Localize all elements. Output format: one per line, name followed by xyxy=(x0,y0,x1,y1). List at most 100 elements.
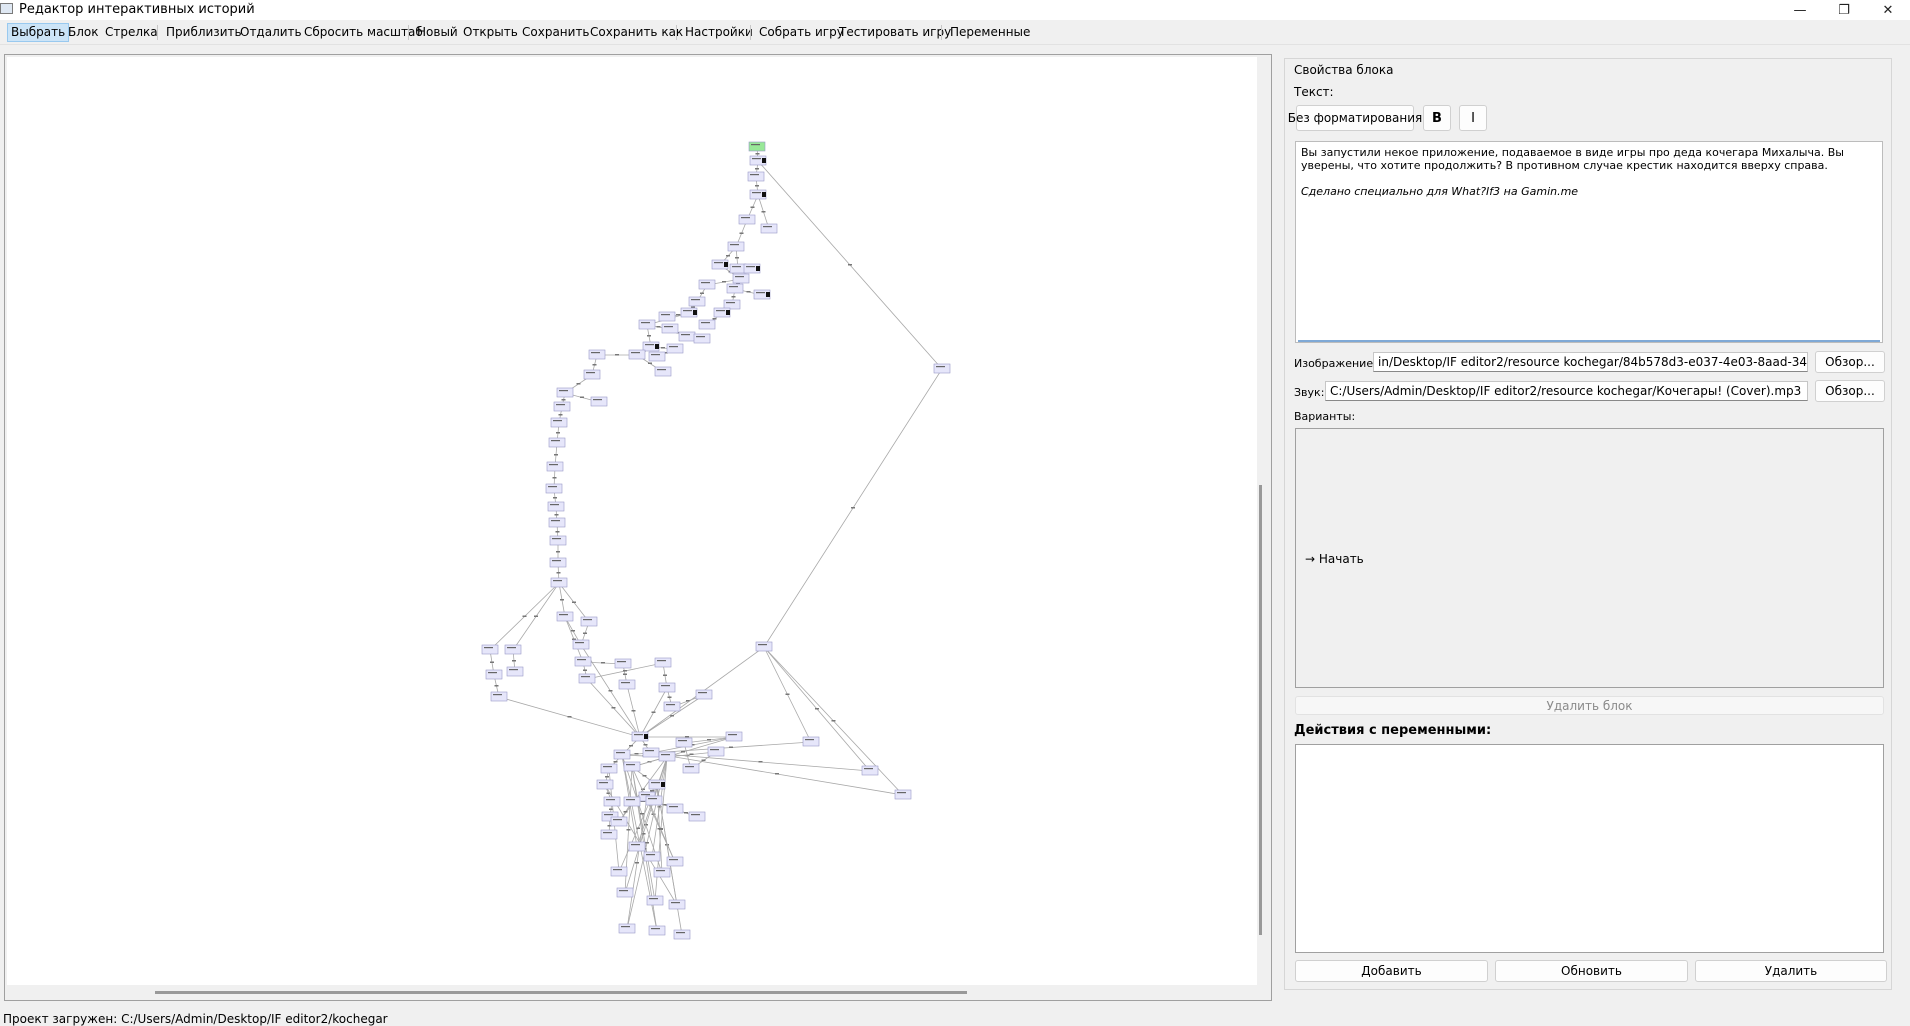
story-block-node[interactable] xyxy=(661,323,679,334)
delete-action-button[interactable]: Удалить xyxy=(1695,960,1887,982)
story-block-node[interactable] xyxy=(668,899,686,910)
build-game-button[interactable]: Собрать игру xyxy=(756,24,847,41)
story-block-node[interactable] xyxy=(643,851,661,862)
story-block-node[interactable] xyxy=(623,796,641,807)
delete-block-button[interactable]: Удалить блок xyxy=(1295,696,1884,715)
story-block-node[interactable] xyxy=(698,279,716,290)
story-block-node[interactable] xyxy=(614,658,632,669)
story-block-node[interactable] xyxy=(550,417,568,428)
story-block-node[interactable] xyxy=(666,856,684,867)
story-block-node[interactable] xyxy=(556,387,574,398)
story-block-node[interactable] xyxy=(653,867,671,878)
story-block-node[interactable] xyxy=(546,461,564,472)
story-block-node[interactable] xyxy=(654,657,672,668)
story-block-node[interactable] xyxy=(549,535,567,546)
story-block-node[interactable] xyxy=(688,811,706,822)
story-block-node[interactable] xyxy=(707,746,725,757)
story-block-node[interactable] xyxy=(648,925,666,936)
story-block-node[interactable] xyxy=(578,673,596,684)
story-block-node[interactable] xyxy=(548,517,566,528)
story-block-node[interactable] xyxy=(623,761,641,772)
horizontal-scrollbar[interactable] xyxy=(155,991,967,994)
story-block-node[interactable] xyxy=(729,263,747,274)
story-block-node[interactable] xyxy=(600,763,618,774)
story-block-node[interactable] xyxy=(481,644,499,655)
variables-button[interactable]: Переменные xyxy=(947,24,1033,41)
story-graph[interactable] xyxy=(7,57,1257,985)
story-block-node[interactable] xyxy=(654,366,672,377)
update-action-button[interactable]: Обновить xyxy=(1495,960,1688,982)
story-block-node[interactable] xyxy=(646,895,664,906)
story-block-node[interactable] xyxy=(610,816,628,827)
story-block-node[interactable] xyxy=(678,331,696,342)
italic-button[interactable]: I xyxy=(1459,105,1487,131)
start-block-node[interactable] xyxy=(748,141,766,152)
story-block-node[interactable] xyxy=(682,763,700,774)
graph-canvas[interactable] xyxy=(7,57,1257,985)
story-block-node[interactable] xyxy=(861,765,879,776)
story-block-node[interactable] xyxy=(504,644,522,655)
story-block-node[interactable] xyxy=(618,923,636,934)
save-button[interactable]: Сохранить xyxy=(519,24,593,41)
story-block-node[interactable] xyxy=(688,296,706,307)
story-block-node[interactable] xyxy=(583,369,601,380)
story-block-node[interactable] xyxy=(723,299,741,310)
test-game-button[interactable]: Тестировать игру xyxy=(836,24,954,41)
vertical-scrollbar[interactable] xyxy=(1259,485,1262,935)
story-block-node[interactable] xyxy=(695,689,713,700)
story-block-node[interactable] xyxy=(675,737,693,748)
story-block-node[interactable] xyxy=(673,929,691,940)
story-block-node[interactable] xyxy=(549,557,567,568)
story-block-node[interactable] xyxy=(548,437,566,448)
story-block-node[interactable] xyxy=(933,363,951,374)
maximize-button[interactable]: ❐ xyxy=(1822,0,1866,20)
image-path-field[interactable]: in/Desktop/IF editor2/resource kochegar/… xyxy=(1373,352,1808,372)
story-block-node[interactable] xyxy=(727,241,745,252)
block-tool-button[interactable]: Блок xyxy=(65,24,102,41)
zoom-out-button[interactable]: Отдалить xyxy=(237,24,305,41)
story-block-node[interactable] xyxy=(648,351,666,362)
bold-button[interactable]: B xyxy=(1423,105,1451,131)
variable-actions-list[interactable] xyxy=(1295,744,1884,953)
story-block-node[interactable] xyxy=(610,866,628,877)
variants-list[interactable]: → Начать xyxy=(1295,428,1884,688)
story-block-node[interactable] xyxy=(666,803,684,814)
story-block-node[interactable] xyxy=(658,311,676,322)
story-block-node[interactable] xyxy=(574,656,592,667)
story-block-node[interactable] xyxy=(747,171,765,182)
story-block-node[interactable] xyxy=(645,795,663,806)
arrow-tool-button[interactable]: Стрелка xyxy=(102,24,161,41)
block-text-editor[interactable]: Вы запустили некое приложение, подаваемо… xyxy=(1295,141,1883,343)
story-block-node[interactable] xyxy=(490,691,508,702)
story-block-node[interactable] xyxy=(547,501,565,512)
settings-button[interactable]: Настройки xyxy=(682,24,756,41)
story-block-node[interactable] xyxy=(545,483,563,494)
story-block-node[interactable] xyxy=(596,779,614,790)
zoom-in-button[interactable]: Приблизить xyxy=(163,24,245,41)
story-block-node[interactable] xyxy=(693,333,711,344)
story-block-node[interactable] xyxy=(618,679,636,690)
add-action-button[interactable]: Добавить xyxy=(1295,960,1488,982)
select-tool-button[interactable]: Выбрать xyxy=(7,23,70,42)
story-graph-view[interactable] xyxy=(4,54,1272,1001)
story-block-node[interactable] xyxy=(613,749,631,760)
story-block-node[interactable] xyxy=(603,796,621,807)
story-block-node[interactable] xyxy=(638,319,656,330)
minimize-button[interactable]: — xyxy=(1778,0,1822,20)
story-block-node[interactable] xyxy=(628,349,646,360)
story-block-node[interactable] xyxy=(802,736,820,747)
story-block-node[interactable] xyxy=(556,611,574,622)
story-block-node[interactable] xyxy=(666,343,684,354)
story-block-node[interactable] xyxy=(726,283,744,294)
variant-item[interactable]: → Начать xyxy=(1305,552,1364,566)
story-block-node[interactable] xyxy=(738,214,756,225)
story-block-node[interactable] xyxy=(658,751,676,762)
story-block-node[interactable] xyxy=(600,829,618,840)
story-block-node[interactable] xyxy=(755,641,773,652)
no-format-button[interactable]: Без форматирования xyxy=(1288,105,1422,131)
story-block-node[interactable] xyxy=(553,401,571,412)
story-block-node[interactable] xyxy=(760,223,778,234)
open-project-button[interactable]: Открыть xyxy=(460,24,521,41)
story-block-node[interactable] xyxy=(616,887,634,898)
close-button[interactable]: ✕ xyxy=(1866,0,1910,20)
